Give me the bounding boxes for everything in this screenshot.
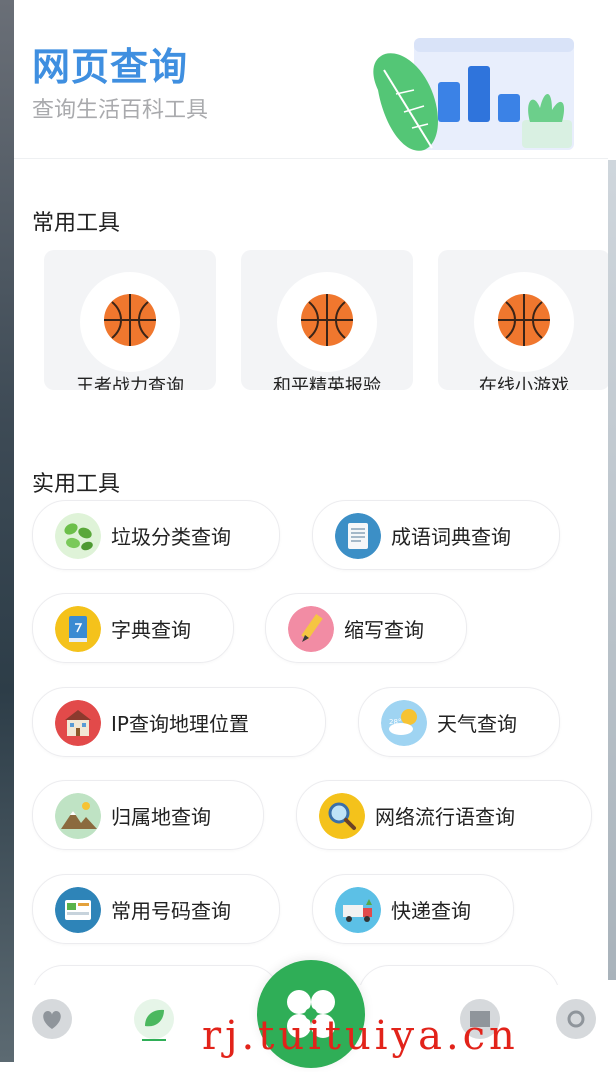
truck-icon <box>335 887 381 933</box>
common-tools-title: 常用工具 <box>32 211 121 236</box>
page-subtitle: 查询生活百科工具 <box>32 98 209 123</box>
tool-label: 字典查询 <box>111 618 191 642</box>
app-window: 网页查询 查询生活百科工具 常用工具 王者战力查询 和平精英报验 在线小游戏 实… <box>14 0 608 1068</box>
mountain-icon <box>55 793 101 839</box>
common-tool-card[interactable]: 王者战力查询 <box>44 250 216 390</box>
tool-label: 网络流行语查询 <box>375 805 515 829</box>
tool-garbage-classification[interactable]: 垃圾分类查询 <box>32 500 280 570</box>
watermark-text: rj.tuituiya.cn <box>202 1013 519 1059</box>
book-icon <box>55 606 101 652</box>
tool-common-numbers[interactable]: 常用号码查询 <box>32 874 280 944</box>
common-tool-label: 在线小游戏 <box>479 376 569 390</box>
basketball-icon <box>301 294 353 346</box>
basketball-icon <box>498 294 550 346</box>
icon-circle <box>80 272 180 372</box>
building-icon <box>55 700 101 746</box>
svg-text:28°: 28° <box>389 718 401 726</box>
page-title: 网页查询 <box>32 45 189 89</box>
tool-ip-location[interactable]: IP查询地理位置 <box>32 687 326 757</box>
tool-abbreviation[interactable]: 缩写查询 <box>265 593 467 663</box>
tool-label: 垃圾分类查询 <box>111 525 231 549</box>
pencil-icon <box>288 606 334 652</box>
tool-internet-slang[interactable]: 网络流行语查询 <box>296 780 592 850</box>
chart-illustration-icon <box>373 38 574 151</box>
common-tools-list: 王者战力查询 和平精英报验 在线小游戏 <box>44 250 608 390</box>
common-tool-card[interactable]: 和平精英报验 <box>241 250 413 390</box>
gear-icon[interactable] <box>554 997 598 1041</box>
tool-weather[interactable]: 28° 天气查询 <box>358 687 560 757</box>
tool-dictionary[interactable]: 字典查询 <box>32 593 234 663</box>
leaves-icon <box>55 513 101 559</box>
icon-circle <box>277 272 377 372</box>
tool-label: 快递查询 <box>391 899 471 923</box>
common-tool-label: 和平精英报验 <box>273 376 381 390</box>
tool-label: 归属地查询 <box>111 805 211 829</box>
common-tool-card[interactable]: 在线小游戏 <box>438 250 608 390</box>
tool-label: 缩写查询 <box>344 618 424 642</box>
practical-tools-title: 实用工具 <box>32 472 121 497</box>
phonebook-icon <box>55 887 101 933</box>
background-window-edge <box>0 0 14 1062</box>
basketball-icon <box>104 294 156 346</box>
tool-label: 成语词典查询 <box>391 525 511 549</box>
document-icon <box>335 513 381 559</box>
icon-circle <box>474 272 574 372</box>
tool-express-tracking[interactable]: 快递查询 <box>312 874 514 944</box>
magnifier-icon <box>319 793 365 839</box>
weather-icon: 28° <box>381 700 427 746</box>
common-tool-label: 王者战力查询 <box>76 376 184 390</box>
tool-label: 天气查询 <box>437 712 517 736</box>
header: 网页查询 查询生活百科工具 <box>14 0 608 159</box>
background-window-edge-right <box>608 160 616 980</box>
tool-label: 常用号码查询 <box>111 899 231 923</box>
heart-icon[interactable] <box>30 997 74 1041</box>
tool-label: IP查询地理位置 <box>111 712 249 736</box>
tool-idiom-dictionary[interactable]: 成语词典查询 <box>312 500 560 570</box>
leaf-icon[interactable] <box>132 997 176 1041</box>
tool-attribution[interactable]: 归属地查询 <box>32 780 264 850</box>
